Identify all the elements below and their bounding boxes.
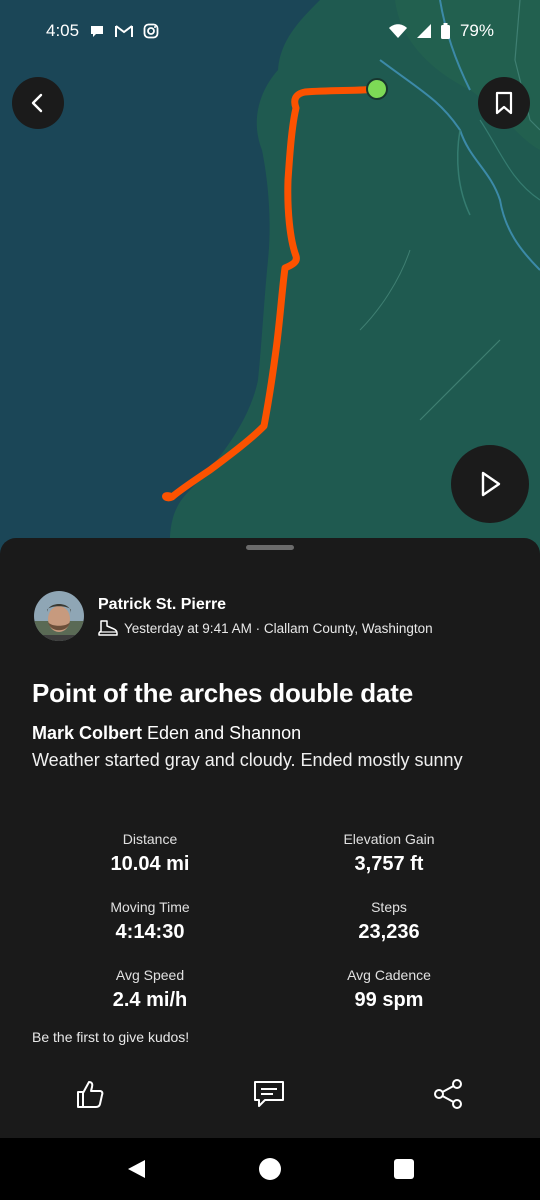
stat-value: 2.4 mi/h	[112, 989, 188, 1011]
nav-recents-icon	[394, 1159, 414, 1179]
stat-distance: Distance 10.04 mi	[30, 831, 270, 876]
stat-label: Avg Cadence	[347, 967, 431, 983]
nav-home-button[interactable]	[250, 1153, 290, 1185]
activity-description: Weather started gray and cloudy. Ended m…	[32, 750, 463, 770]
stat-value: 10.04 mi	[110, 853, 190, 875]
tagged-user-link[interactable]: Mark Colbert	[32, 723, 142, 743]
share-button[interactable]	[428, 1074, 468, 1114]
stat-label: Avg Speed	[115, 967, 185, 983]
stat-avg-cadence: Avg Cadence 99 spm	[269, 967, 509, 1012]
activity-meta: Yesterday at 9:41 AM · Clallam County, W…	[98, 620, 433, 636]
stat-label: Steps	[371, 899, 407, 915]
activity-meta-text: Yesterday at 9:41 AM · Clallam County, W…	[124, 620, 433, 636]
thumbs-up-icon	[74, 1078, 106, 1110]
kudos-button[interactable]	[70, 1074, 110, 1114]
cellular-signal-icon	[416, 24, 431, 38]
stat-label: Moving Time	[110, 899, 190, 915]
stat-value: 23,236	[358, 921, 420, 943]
tagged-athletes: Mark Colbert Eden and Shannon	[32, 723, 301, 744]
athlete-name[interactable]: Patrick St. Pierre	[98, 596, 433, 614]
instagram-icon	[143, 23, 159, 39]
stat-value: 99 spm	[354, 989, 424, 1011]
avatar[interactable]	[34, 591, 84, 641]
stat-steps: Steps 23,236	[269, 899, 509, 944]
nav-recents-button[interactable]	[384, 1155, 424, 1183]
back-button[interactable]	[12, 77, 64, 129]
status-bar: 4:05 79%	[0, 0, 540, 62]
comment-icon	[252, 1078, 286, 1110]
kudos-prompt[interactable]: Be the first to give kudos!	[32, 1029, 189, 1045]
stat-moving-time: Moving Time 4:14:30	[30, 899, 270, 944]
battery-percent: 79%	[459, 21, 494, 40]
stat-label: Distance	[122, 831, 178, 847]
status-time: 4:05	[46, 21, 80, 40]
activity-sheet: Patrick St. Pierre Yesterday at 9:41 AM …	[0, 538, 540, 1138]
hiking-boot-icon	[98, 620, 118, 636]
arrow-left-icon	[27, 92, 49, 114]
activity-title: Point of the arches double date	[32, 678, 413, 708]
stat-avg-speed: Avg Speed 2.4 mi/h	[30, 967, 270, 1012]
system-nav-bar	[0, 1138, 540, 1200]
comment-button[interactable]	[249, 1074, 289, 1114]
drag-handle[interactable]	[246, 545, 294, 550]
stat-value: 3,757 ft	[354, 853, 424, 875]
play-flyover-button[interactable]	[451, 445, 529, 523]
start-marker	[366, 78, 388, 100]
stat-label: Elevation Gain	[343, 831, 435, 847]
tagged-others: Eden and Shannon	[142, 723, 302, 743]
battery-icon	[440, 23, 450, 39]
stat-elevation-gain: Elevation Gain 3,757 ft	[269, 831, 509, 876]
bookmark-icon	[493, 91, 515, 115]
athlete-header[interactable]: Patrick St. Pierre Yesterday at 9:41 AM …	[34, 591, 433, 641]
nav-back-button[interactable]	[116, 1155, 156, 1183]
stat-value: 4:14:30	[115, 921, 185, 943]
bookmark-button[interactable]	[478, 77, 530, 129]
gmail-icon	[115, 24, 134, 38]
wifi-icon	[388, 24, 407, 38]
play-icon	[477, 470, 503, 498]
nav-back-icon	[125, 1158, 147, 1180]
nav-home-icon	[258, 1157, 282, 1181]
share-icon	[431, 1077, 465, 1111]
chat-icon	[89, 23, 105, 39]
